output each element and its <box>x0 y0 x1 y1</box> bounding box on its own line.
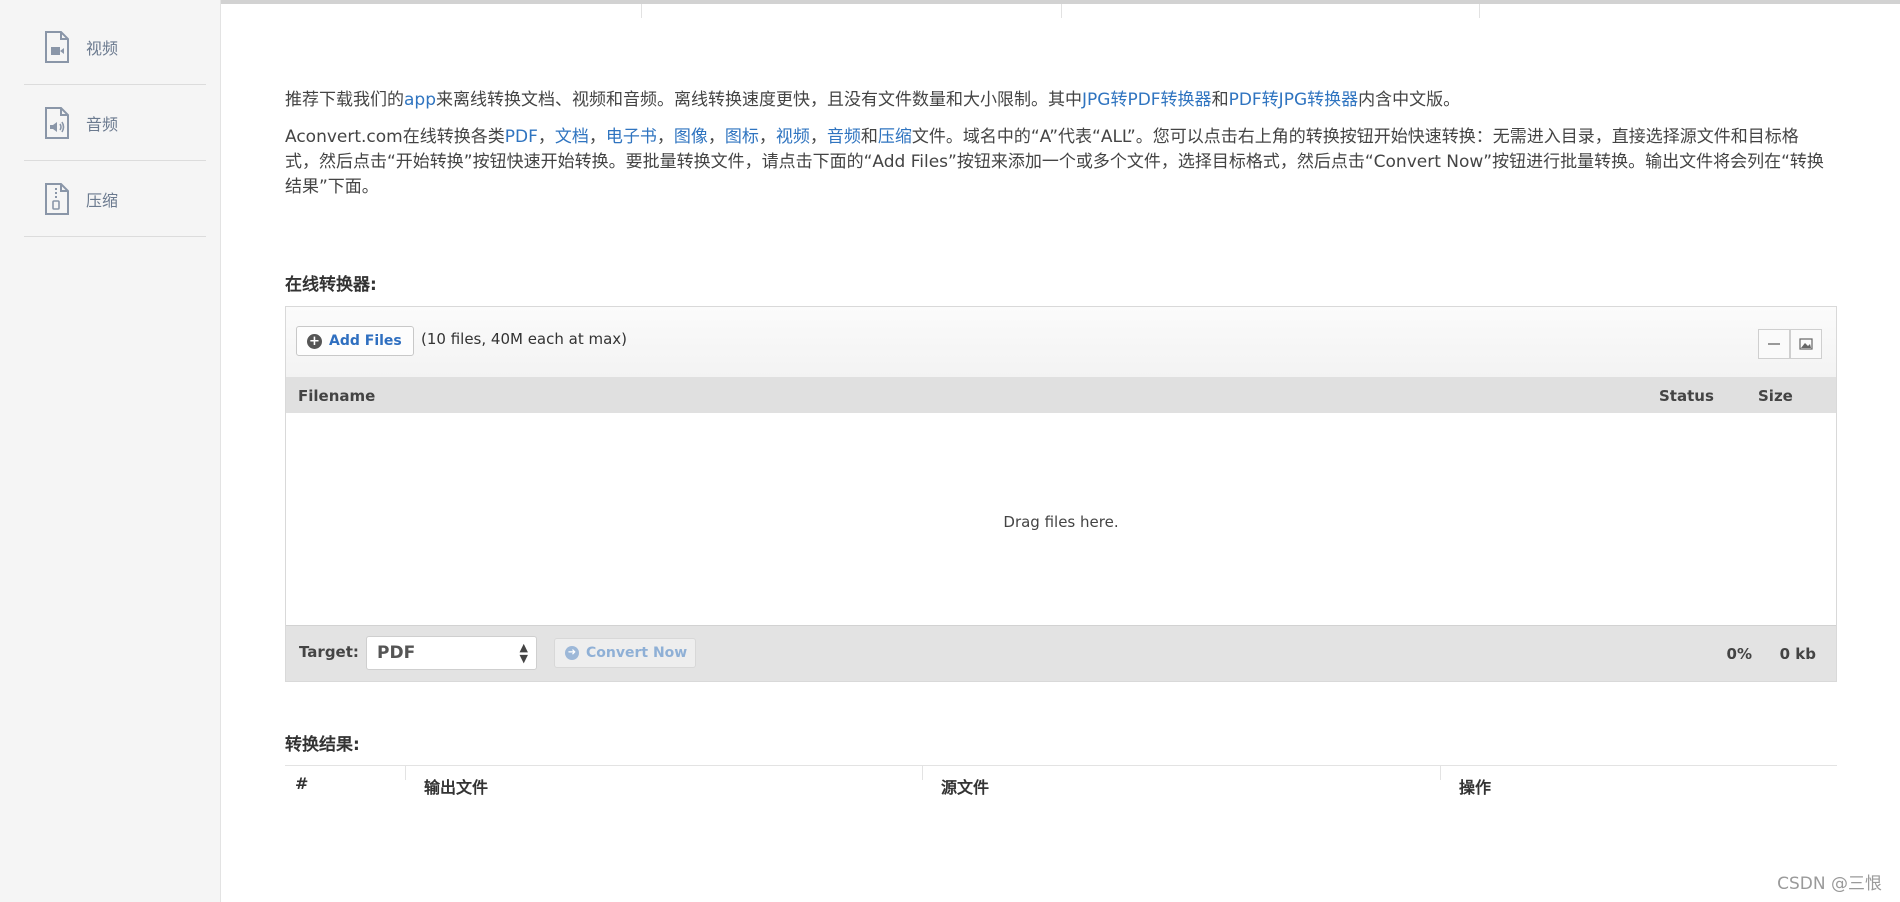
pdf-to-jpg-link[interactable]: PDF转JPG转换器 <box>1229 90 1359 110</box>
column-index: # <box>295 774 309 793</box>
text: ， <box>656 127 674 147</box>
progress-percent: 0% <box>1726 645 1752 663</box>
file-uploader: + Add Files (10 files, 40M each at max) … <box>285 306 1837 682</box>
thumbnail-view-button[interactable] <box>1790 329 1822 359</box>
column-separator <box>405 766 406 780</box>
drop-zone-text: Drag files here. <box>1003 513 1119 531</box>
uploader-footer: Target: PDF ▲ ▼ ➜ Convert Now 0% 0 kb <box>286 625 1836 681</box>
results-heading: 转换结果: <box>285 735 360 755</box>
column-actions: 操作 <box>1459 778 1492 797</box>
sidebar: 视频 音频 压缩 <box>0 0 221 902</box>
column-output-file: 输出文件 <box>424 778 489 797</box>
add-files-button[interactable]: + Add Files <box>296 326 414 356</box>
tab-separator <box>221 4 1480 18</box>
intro-text: 推荐下载我们的app来离线转换文档、视频和音频。离线转换速度更快，且没有文件数量… <box>285 88 1830 212</box>
view-toggle <box>1758 329 1822 359</box>
column-status: Status <box>1659 387 1714 405</box>
uploader-toolbar: + Add Files (10 files, 40M each at max) <box>286 307 1836 377</box>
sidebar-item-label: 音频 <box>86 115 119 134</box>
intro-paragraph-1: 推荐下载我们的app来离线转换文档、视频和音频。离线转换速度更快，且没有文件数量… <box>285 88 1830 113</box>
sidebar-item-label: 视频 <box>86 39 119 58</box>
column-size: Size <box>1758 387 1793 405</box>
text: 和 <box>1211 90 1229 110</box>
video-file-icon <box>45 31 69 63</box>
drop-zone[interactable]: Drag files here. <box>286 413 1836 631</box>
target-format-value: PDF <box>377 643 416 663</box>
text: 推荐下载我们的 <box>285 90 404 110</box>
image-link[interactable]: 图像 <box>674 127 708 147</box>
upload-limit-text: (10 files, 40M each at max) <box>421 330 628 348</box>
convert-now-button[interactable]: ➜ Convert Now <box>554 638 696 668</box>
text: ， <box>707 127 725 147</box>
plus-circle-icon: + <box>307 333 322 349</box>
total-size: 0 kb <box>1779 645 1816 663</box>
document-link[interactable]: 文档 <box>555 127 589 147</box>
select-arrows-icon: ▲ ▼ <box>519 641 528 665</box>
target-format-select[interactable]: PDF ▲ ▼ <box>366 636 537 670</box>
sidebar-item-label: 压缩 <box>86 191 119 210</box>
column-separator <box>1440 766 1441 780</box>
image-view-icon <box>1799 338 1813 350</box>
audio-link[interactable]: 音频 <box>827 127 861 147</box>
list-view-icon <box>1768 343 1780 345</box>
text: Aconvert.com在线转换各类 <box>285 127 505 147</box>
ebook-link[interactable]: 电子书 <box>606 127 657 147</box>
archive-link[interactable]: 压缩 <box>878 127 912 147</box>
sidebar-item-video[interactable]: 视频 <box>24 10 206 85</box>
sidebar-item-audio[interactable]: 音频 <box>24 86 206 161</box>
convert-arrow-icon: ➜ <box>565 646 579 660</box>
column-source-file: 源文件 <box>941 778 990 797</box>
icon-link[interactable]: 图标 <box>725 127 759 147</box>
list-view-button[interactable] <box>1758 329 1790 359</box>
top-tab-strip <box>221 0 1900 18</box>
column-separator <box>922 766 923 780</box>
add-files-label: Add Files <box>329 333 402 349</box>
text: ， <box>537 127 555 147</box>
audio-file-icon <box>45 107 69 139</box>
jpg-to-pdf-link[interactable]: JPG转PDF转换器 <box>1082 90 1212 110</box>
text: 内含中文版。 <box>1358 90 1461 110</box>
archive-file-icon <box>45 183 69 215</box>
text: ， <box>588 127 606 147</box>
video-link[interactable]: 视频 <box>776 127 810 147</box>
watermark: CSDN @三恨 <box>1777 874 1882 894</box>
convert-now-label: Convert Now <box>586 645 688 661</box>
intro-paragraph-2: Aconvert.com在线转换各类PDF，文档，电子书，图像，图标，视频，音频… <box>285 125 1830 200</box>
column-filename: Filename <box>298 387 376 405</box>
results-table-header: # 输出文件 源文件 操作 <box>285 765 1837 802</box>
text: ， <box>758 127 776 147</box>
sidebar-item-archive[interactable]: 压缩 <box>24 162 206 237</box>
target-label: Target: <box>299 643 359 661</box>
app-link[interactable]: app <box>404 90 436 110</box>
pdf-link[interactable]: PDF <box>505 127 538 147</box>
text: 来离线转换文档、视频和音频。离线转换速度更快，且没有文件数量和大小限制。其中 <box>436 90 1082 110</box>
file-table-header: Filename Status Size <box>286 377 1836 413</box>
text: ， <box>809 127 827 147</box>
text: 和 <box>860 127 878 147</box>
online-converter-heading: 在线转换器: <box>285 275 377 295</box>
